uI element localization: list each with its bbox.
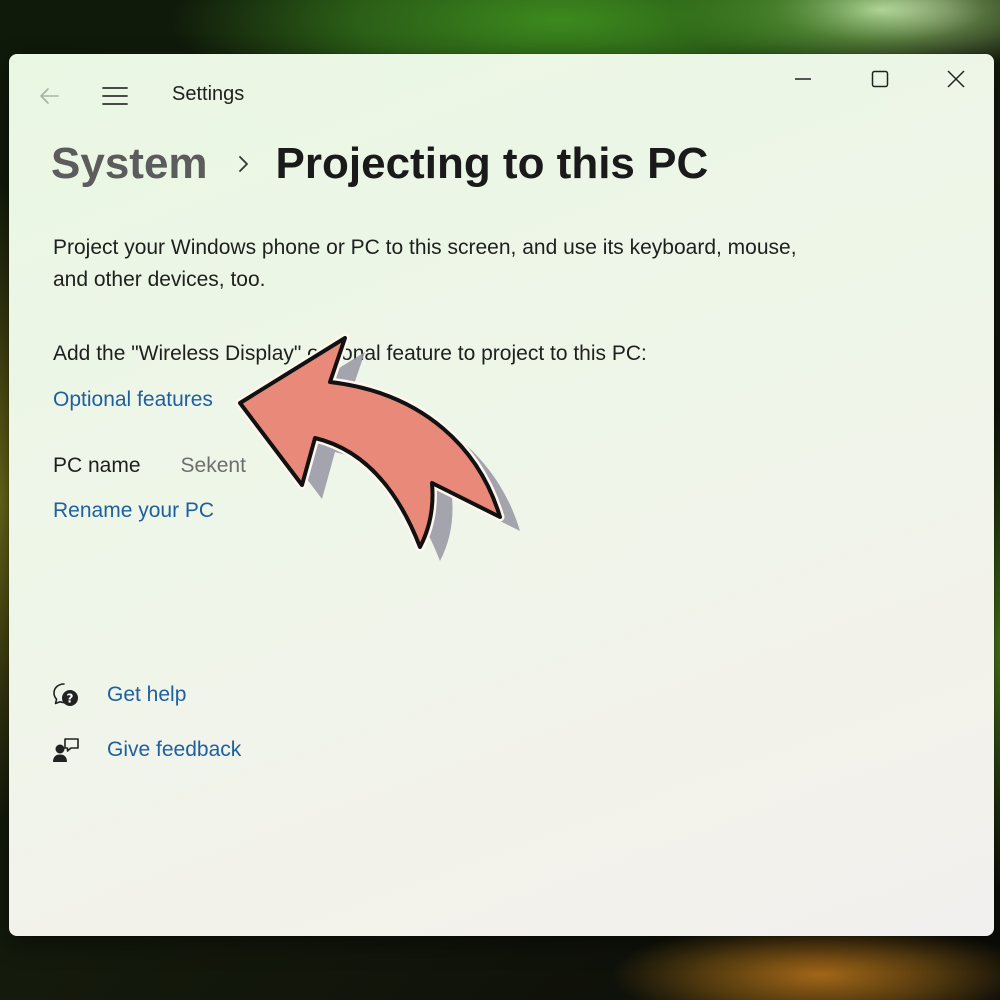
back-arrow-icon	[40, 88, 59, 104]
hamburger-menu-icon	[102, 87, 128, 105]
rename-pc-link[interactable]: Rename your PC	[53, 495, 214, 527]
page-description: Project your Windows phone or PC to this…	[53, 236, 797, 291]
get-help-link[interactable]: Get help	[107, 679, 186, 711]
give-feedback-link[interactable]: Give feedback	[107, 734, 241, 766]
pc-name-row: PC name Sekent	[53, 450, 246, 482]
close-icon	[947, 70, 965, 88]
title-bar: Settings	[9, 54, 994, 134]
feedback-person-icon	[51, 735, 81, 765]
maximize-button[interactable]	[850, 54, 910, 104]
get-help-row[interactable]: ? Get help	[51, 679, 186, 711]
breadcrumb-separator	[238, 154, 250, 174]
give-feedback-row[interactable]: Give feedback	[51, 734, 241, 766]
pc-name-label: PC name	[53, 454, 141, 477]
settings-window: Settings System Projecting to this PC Pr…	[9, 54, 994, 936]
optional-features-link[interactable]: Optional features	[53, 384, 213, 416]
minimize-icon	[795, 78, 811, 80]
breadcrumb: System Projecting to this PC	[51, 134, 708, 194]
svg-text:?: ?	[67, 692, 74, 706]
navigation-menu-button[interactable]	[97, 78, 133, 114]
page-title: Projecting to this PC	[275, 139, 709, 188]
back-button[interactable]	[31, 78, 67, 114]
help-chat-icon: ?	[51, 680, 81, 710]
app-title: Settings	[172, 83, 245, 105]
maximize-icon	[871, 70, 889, 88]
chevron-right-icon	[238, 156, 248, 172]
feature-hint-text: Add the "Wireless Display" optional feat…	[53, 342, 647, 365]
minimize-button[interactable]	[773, 54, 833, 104]
breadcrumb-parent-system[interactable]: System	[51, 139, 208, 189]
pc-name-value: Sekent	[180, 454, 246, 477]
close-button[interactable]	[926, 54, 986, 104]
